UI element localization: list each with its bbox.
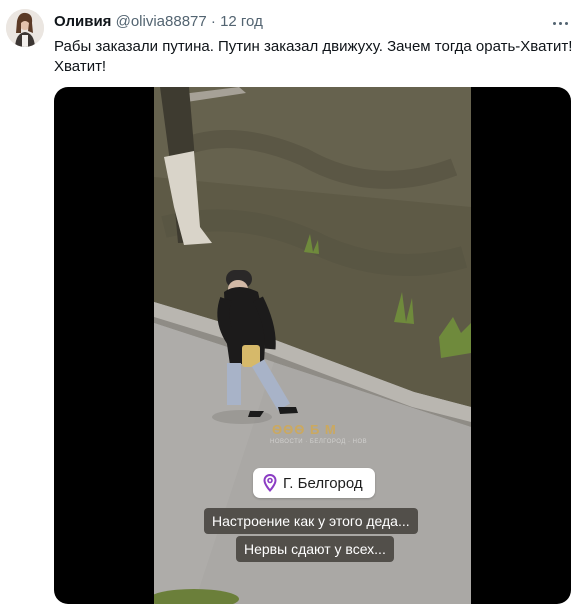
author-handle[interactable]: @olivia88877 — [116, 13, 207, 30]
video-frame[interactable]: ѲѲѲ Б М НОВОСТИ · БЕЛГОРОД · НОВ Г. Белг… — [154, 87, 471, 604]
more-options-icon[interactable] — [551, 12, 573, 28]
location-pin-icon — [263, 474, 277, 492]
location-sticker: Г. Белгород — [253, 468, 375, 498]
video-watermark: ѲѲѲ Б М — [272, 422, 337, 437]
timestamp[interactable]: 12 год — [220, 13, 263, 30]
avatar-image — [6, 9, 44, 47]
tweet-header: Оливия @olivia88877 · 12 год — [54, 13, 263, 31]
tweet-text: Рабы заказали путина. Путин заказал движ… — [54, 38, 573, 75]
separator-dot: · — [210, 13, 216, 30]
tweet: Оливия @olivia88877 · 12 год Рабы заказа… — [0, 0, 583, 611]
author-name[interactable]: Оливия — [54, 13, 111, 30]
video-caption-line-2: Нервы сдают у всех... — [236, 536, 394, 562]
video-watermark-sub: НОВОСТИ · БЕЛГОРОД · НОВ — [270, 439, 368, 445]
video-media[interactable]: ѲѲѲ Б М НОВОСТИ · БЕЛГОРОД · НОВ Г. Белг… — [54, 87, 571, 604]
avatar[interactable] — [6, 9, 44, 47]
video-caption-line-1: Настроение как у этого деда... — [204, 508, 418, 534]
location-text: Г. Белгород — [283, 474, 363, 492]
